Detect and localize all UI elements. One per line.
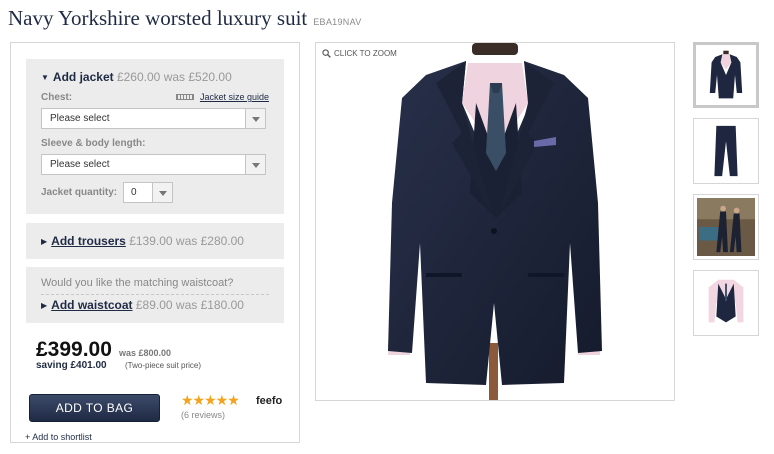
chest-select-value: Please select [50, 113, 110, 124]
sleeve-label: Sleeve & body length: [41, 138, 146, 149]
trousers-toggle[interactable]: ▶ Add trousers £139.00 was £280.00 [41, 234, 244, 248]
chevron-down-icon [245, 109, 265, 128]
chevron-down-icon [245, 155, 265, 174]
jacket-was-price: was £520.00 [163, 70, 232, 84]
waistcoat-section: Would you like the matching waistcoat? ▶… [26, 267, 284, 323]
size-guide-label: Jacket size guide [199, 92, 269, 102]
sleeve-select[interactable]: Please select [41, 154, 266, 175]
suit-on-mannequin-image [388, 43, 602, 400]
total-was-price: was £800.00 [119, 348, 172, 358]
feefo-logo[interactable]: feefo [256, 395, 282, 407]
waistcoat-price: £89.00 [135, 298, 173, 312]
page-title: Navy Yorkshire worsted luxury suit [8, 6, 308, 30]
jacket-toggle[interactable]: ▼ Add jacket £260.00 was £520.00 [41, 70, 232, 84]
waistcoat-was-price: was £180.00 [175, 298, 244, 312]
ruler-icon [175, 94, 194, 100]
add-to-bag-button[interactable]: ADD TO BAG [29, 394, 160, 422]
sleeve-select-value: Please select [50, 159, 110, 170]
reviews-count-link[interactable]: (6 reviews) [181, 410, 225, 420]
add-waistcoat-link[interactable]: Add waistcoat [51, 298, 132, 312]
thumbnail-lifestyle[interactable] [693, 194, 759, 260]
add-to-shortlist-link[interactable]: + Add to shortlist [25, 432, 92, 442]
collapsed-triangle-icon: ▶ [41, 237, 48, 246]
divider [41, 294, 269, 295]
main-product-image[interactable]: CLICK TO ZOOM [315, 42, 675, 401]
jacket-thumbnail-image [709, 50, 743, 99]
saving-amount: saving £401.00 [36, 360, 107, 371]
chest-label: Chest: [41, 92, 73, 103]
zoom-label: CLICK TO ZOOM [334, 49, 397, 58]
total-price: £399.00 [36, 338, 112, 361]
jacket-size-guide-link[interactable]: Jacket size guide [175, 92, 269, 102]
expanded-triangle-icon: ▼ [41, 73, 49, 82]
jacket-quantity-select[interactable]: 0 [123, 182, 173, 203]
waistcoat-question: Would you like the matching waistcoat? [41, 277, 234, 289]
click-to-zoom[interactable]: CLICK TO ZOOM [322, 49, 397, 58]
collapsed-triangle-icon: ▶ [41, 301, 48, 310]
thumbnail-trousers[interactable] [693, 118, 759, 184]
add-jacket-link[interactable]: Add jacket [53, 70, 114, 84]
thumbnail-waistcoat[interactable] [693, 270, 759, 336]
chevron-down-icon [152, 183, 172, 202]
price-note: (Two-piece suit price) [125, 361, 202, 370]
purchase-panel: ▼ Add jacket £260.00 was £520.00 Chest: J… [10, 42, 300, 443]
waistcoat-thumbnail-image [708, 279, 744, 323]
trousers-was-price: was £280.00 [175, 234, 244, 248]
lifestyle-thumbnail-image [697, 198, 755, 256]
waistcoat-toggle[interactable]: ▶ Add waistcoat £89.00 was £180.00 [41, 298, 244, 312]
trousers-thumbnail-image [714, 125, 738, 177]
trousers-section: ▶ Add trousers £139.00 was £280.00 [26, 223, 284, 259]
jacket-section: ▼ Add jacket £260.00 was £520.00 Chest: J… [26, 59, 284, 214]
magnifier-icon [322, 49, 331, 58]
chest-select[interactable]: Please select [41, 108, 266, 129]
product-sku: EBA19NAV [313, 17, 362, 27]
add-trousers-link[interactable]: Add trousers [51, 234, 126, 248]
title-row: Navy Yorkshire worsted luxury suit EBA19… [8, 6, 362, 31]
jacket-quantity-label: Jacket quantity: [41, 187, 118, 198]
rating-stars: ★★★★★ [181, 392, 240, 408]
jacket-price: £260.00 [116, 70, 161, 84]
trousers-price: £139.00 [129, 234, 173, 248]
jacket-quantity-value: 0 [131, 187, 137, 198]
thumbnail-jacket-front[interactable] [693, 42, 759, 108]
